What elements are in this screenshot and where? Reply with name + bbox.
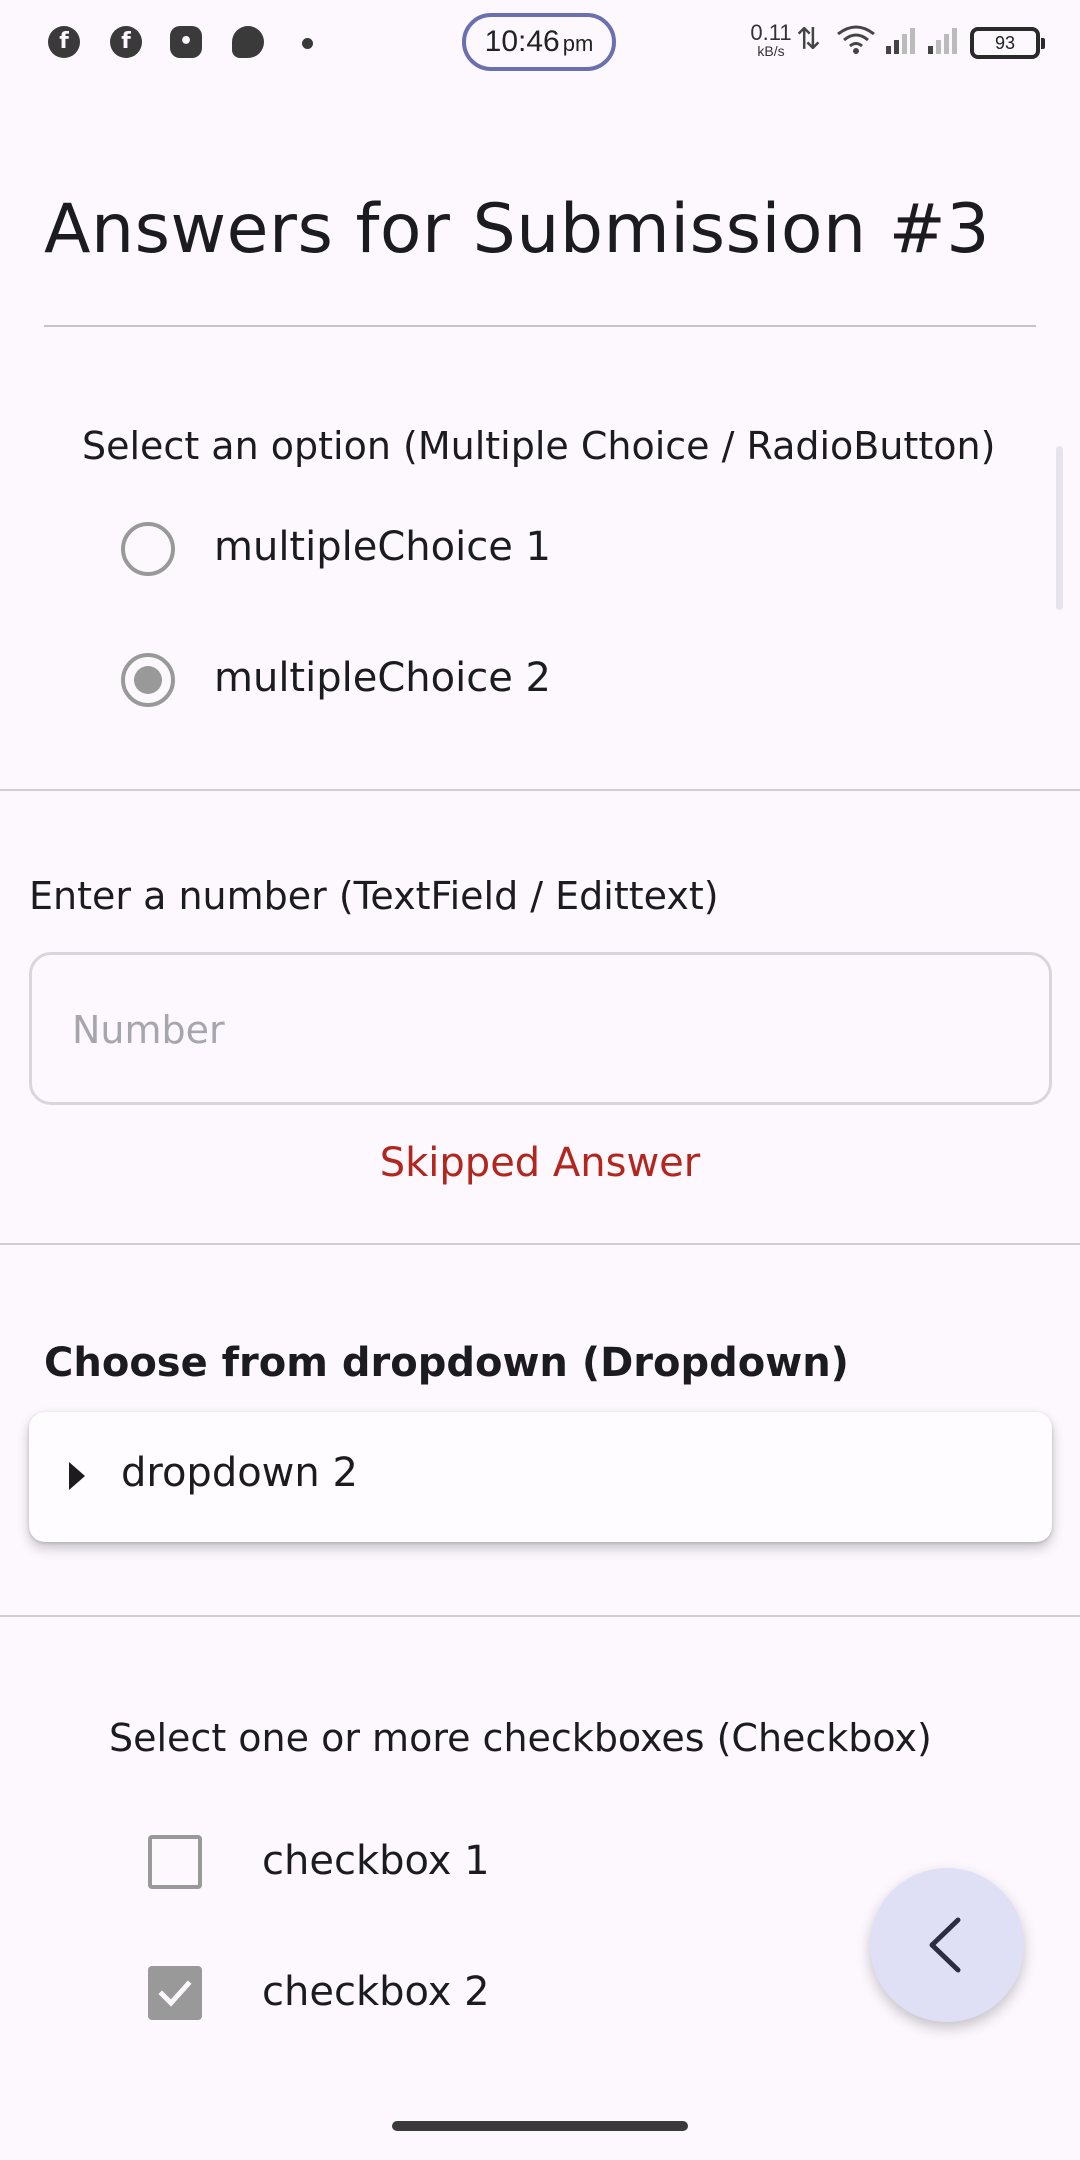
notification-dot-icon	[302, 38, 313, 49]
checkbox-question-text: Select one or more checkboxes (Checkbox)	[109, 1716, 932, 1760]
network-speed-unit: kB/s	[757, 43, 785, 59]
checkmark-icon	[158, 1980, 192, 2007]
back-fab-button[interactable]	[870, 1868, 1024, 2022]
page-title: Answers for Submission #3	[44, 190, 990, 269]
status-bar: f f • 10:46 pm 0.11 kB/s ⇅ 93	[0, 0, 1080, 90]
checkbox-label[interactable]: checkbox 2	[262, 1969, 490, 2015]
network-speed-value: 0.11	[750, 20, 792, 45]
signal-icon	[926, 22, 960, 64]
facebook-icon: f	[110, 26, 142, 58]
signal-icon	[884, 22, 918, 64]
checkbox-label[interactable]: checkbox 1	[262, 1838, 490, 1884]
battery-level: 93	[994, 33, 1016, 53]
number-question-text: Enter a number (TextField / Edittext)	[29, 874, 719, 918]
data-arrows-icon: ⇅	[796, 22, 822, 57]
dropdown-selected-value: dropdown 2	[121, 1450, 358, 1496]
wifi-icon	[836, 22, 876, 64]
scrollbar[interactable]	[1056, 446, 1063, 610]
facebook-icon: f	[48, 26, 80, 58]
skipped-answer-label: Skipped Answer	[379, 1140, 701, 1186]
radio-button-selected[interactable]	[121, 653, 175, 707]
discord-icon: •	[170, 26, 202, 58]
radio-option-label[interactable]: multipleChoice 2	[214, 655, 551, 701]
checkbox-checked[interactable]	[148, 1966, 202, 2020]
number-input[interactable]	[72, 995, 972, 1065]
network-speed: 0.11 kB/s	[746, 20, 796, 59]
status-time: 10:46 pm	[462, 13, 616, 71]
chat-bubble-icon	[232, 26, 264, 58]
radio-option-label[interactable]: multipleChoice 1	[214, 524, 551, 570]
battery-icon: 93	[970, 27, 1045, 59]
chevron-left-icon	[929, 1917, 961, 1973]
title-divider	[44, 325, 1036, 327]
home-indicator[interactable]	[392, 2121, 688, 2131]
radio-button[interactable]	[121, 522, 175, 576]
caret-right-icon	[69, 1462, 85, 1490]
section-divider	[0, 1243, 1080, 1245]
section-divider	[0, 789, 1080, 791]
dropdown-question-text: Choose from dropdown (Dropdown)	[44, 1340, 849, 1386]
radio-question-text: Select an option (Multiple Choice / Radi…	[82, 424, 996, 468]
time-ampm: pm	[562, 31, 594, 56]
dropdown-select[interactable]: dropdown 2	[29, 1412, 1052, 1542]
checkbox[interactable]	[148, 1835, 202, 1889]
time-text: 10:46	[484, 25, 560, 58]
number-field[interactable]	[29, 952, 1052, 1105]
section-divider	[0, 1615, 1080, 1617]
